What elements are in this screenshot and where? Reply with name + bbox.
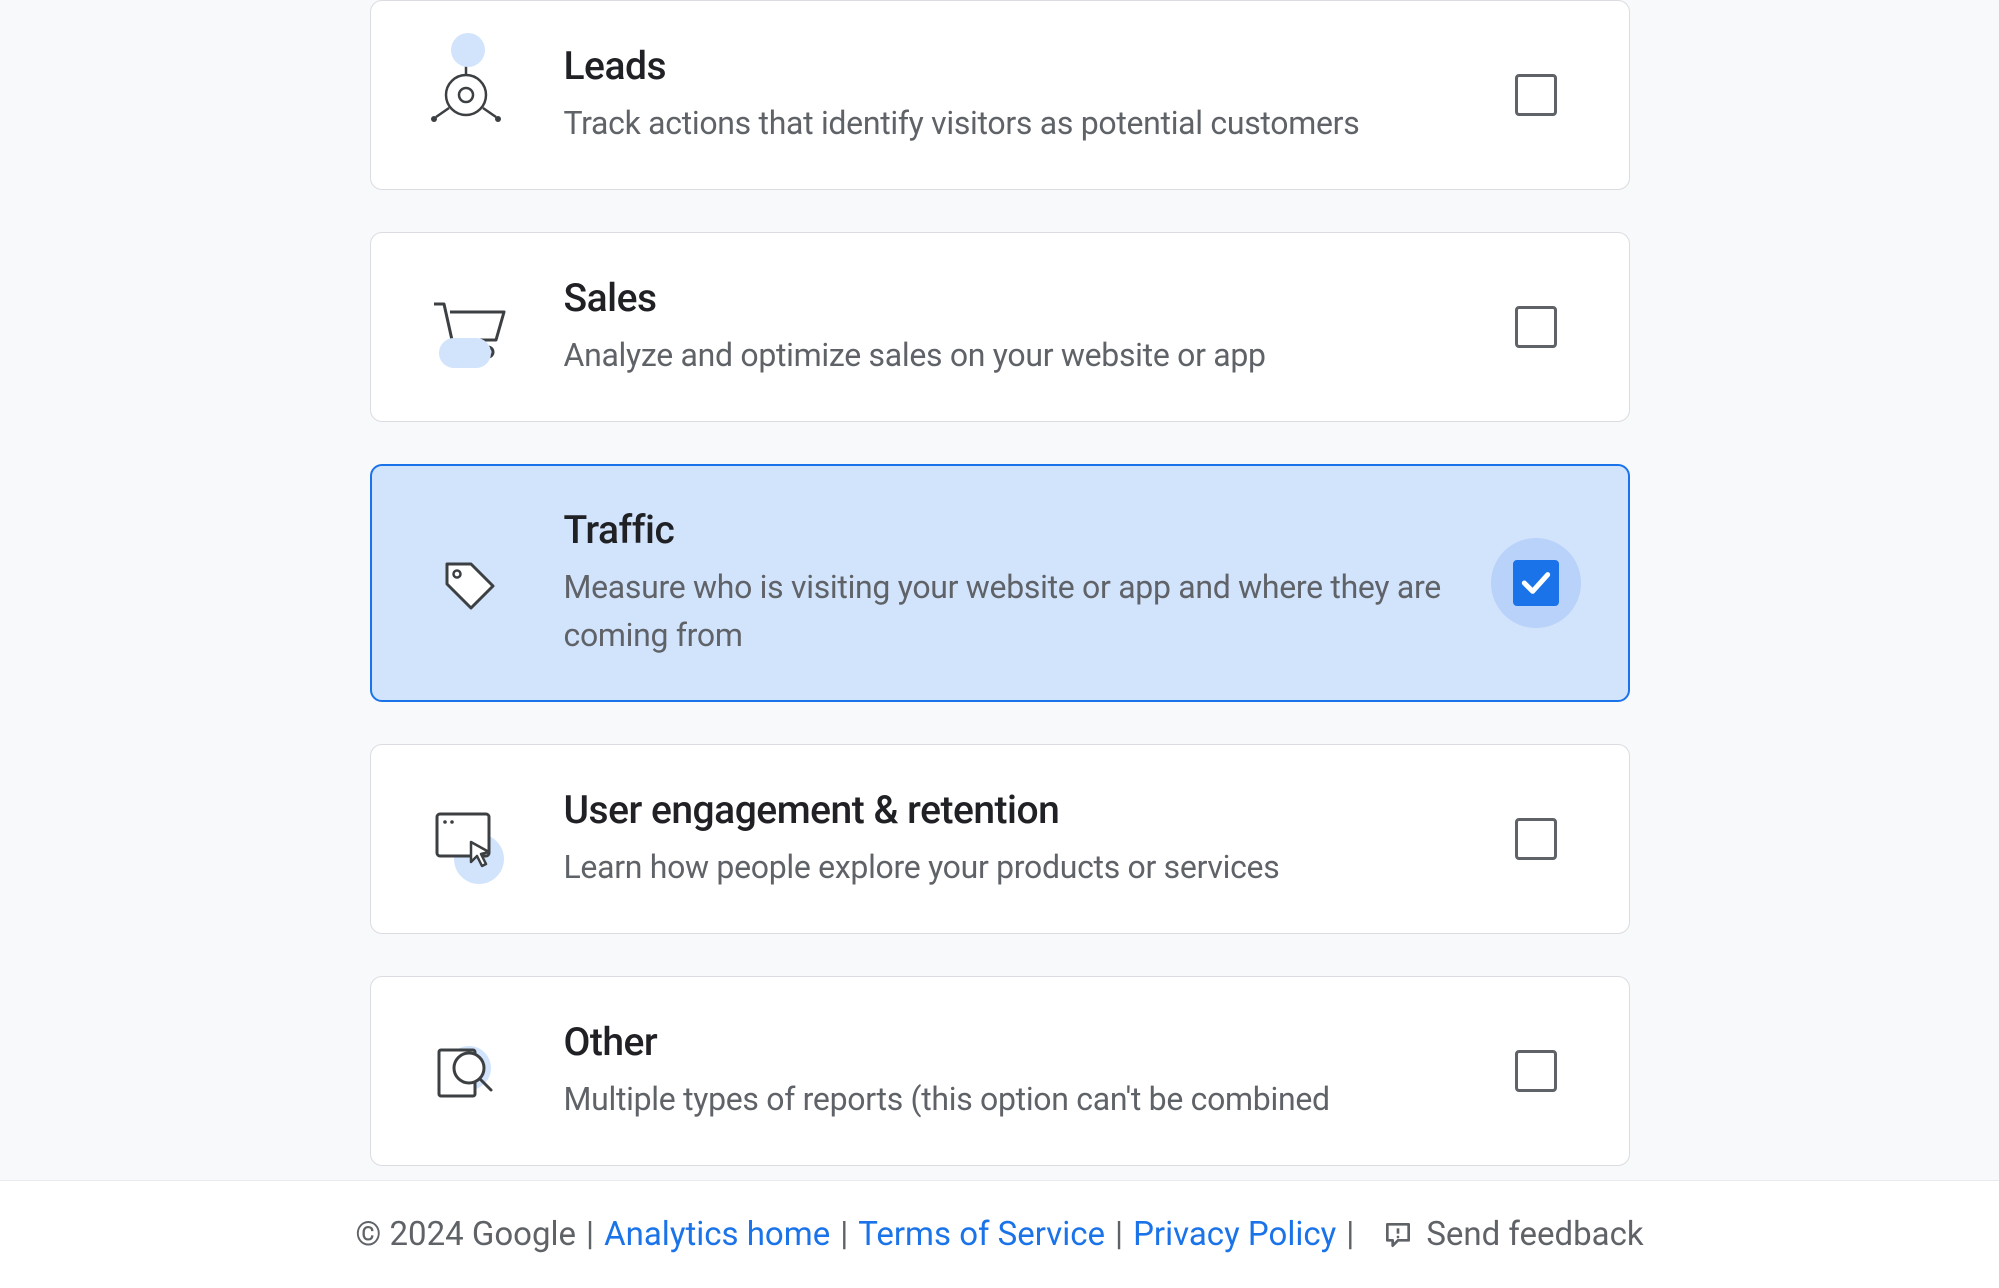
send-feedback-button[interactable]: Send feedback <box>1382 1215 1643 1254</box>
card-title: Sales <box>564 275 1461 321</box>
card-sales[interactable]: Sales Analyze and optimize sales on your… <box>370 232 1630 422</box>
checkbox-wrap <box>1491 74 1581 116</box>
cards-container: Leads Track actions that identify visito… <box>370 0 1630 1166</box>
feedback-icon <box>1382 1219 1414 1251</box>
card-description: Track actions that identify visitors as … <box>564 99 1461 147</box>
checkbox-wrap <box>1491 306 1581 348</box>
card-body: Other Multiple types of reports (this op… <box>514 1019 1491 1123</box>
card-title: Other <box>564 1019 1461 1065</box>
cursor-window-icon <box>419 804 514 874</box>
card-description: Multiple types of reports (this option c… <box>564 1075 1461 1123</box>
tag-icon <box>419 544 514 622</box>
card-description: Measure who is visiting your website or … <box>564 563 1461 659</box>
cart-icon <box>419 292 514 362</box>
footer: © 2024 Google | Analytics home | Terms o… <box>0 1180 1999 1288</box>
separator: | <box>840 1215 848 1254</box>
card-traffic[interactable]: Traffic Measure who is visiting your web… <box>370 464 1630 702</box>
card-body: Leads Track actions that identify visito… <box>514 43 1491 147</box>
leads-icon <box>419 55 514 135</box>
card-body: User engagement & retention Learn how pe… <box>514 787 1491 891</box>
magnifier-doc-icon <box>419 1036 514 1106</box>
card-engagement[interactable]: User engagement & retention Learn how pe… <box>370 744 1630 934</box>
terms-link[interactable]: Terms of Service <box>858 1215 1105 1254</box>
card-description: Learn how people explore your products o… <box>564 843 1461 891</box>
privacy-link[interactable]: Privacy Policy <box>1133 1215 1336 1254</box>
copyright-text: © 2024 Google <box>355 1215 576 1254</box>
separator: | <box>586 1215 594 1254</box>
checkbox-leads[interactable] <box>1515 74 1557 116</box>
feedback-label: Send feedback <box>1426 1215 1643 1254</box>
checkbox-traffic[interactable] <box>1513 560 1559 606</box>
checkbox-engagement[interactable] <box>1515 818 1557 860</box>
card-other[interactable]: Other Multiple types of reports (this op… <box>370 976 1630 1166</box>
separator: | <box>1115 1215 1123 1254</box>
checkbox-other[interactable] <box>1515 1050 1557 1092</box>
card-description: Analyze and optimize sales on your websi… <box>564 331 1461 379</box>
content-area: Leads Track actions that identify visito… <box>0 0 1999 1180</box>
separator: | <box>1346 1215 1354 1254</box>
card-leads[interactable]: Leads Track actions that identify visito… <box>370 0 1630 190</box>
card-title: Traffic <box>564 507 1461 553</box>
analytics-home-link[interactable]: Analytics home <box>604 1215 830 1254</box>
card-body: Traffic Measure who is visiting your web… <box>514 507 1491 659</box>
card-title: Leads <box>564 43 1461 89</box>
checkbox-wrap <box>1491 1050 1581 1092</box>
checkbox-sales[interactable] <box>1515 306 1557 348</box>
card-body: Sales Analyze and optimize sales on your… <box>514 275 1491 379</box>
checkbox-wrap <box>1491 560 1581 606</box>
card-title: User engagement & retention <box>564 787 1461 833</box>
checkbox-wrap <box>1491 818 1581 860</box>
